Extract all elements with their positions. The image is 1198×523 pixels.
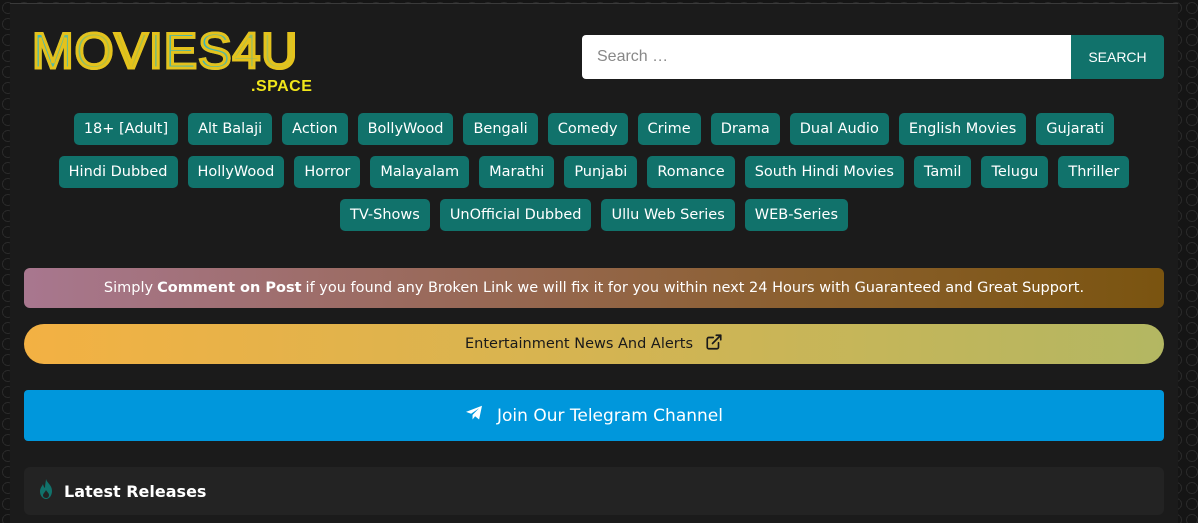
category-link-tv-shows[interactable]: TV-Shows xyxy=(339,199,430,231)
category-link-thriller[interactable]: Thriller xyxy=(1058,156,1130,188)
broken-link-notice: Simply Comment on Post if you found any … xyxy=(24,268,1164,308)
category-link-web-series[interactable]: WEB-Series xyxy=(744,199,849,231)
category-link-telugu[interactable]: Telugu xyxy=(981,156,1049,188)
category-link-gujarati[interactable]: Gujarati xyxy=(1036,113,1115,145)
category-link-bollywood[interactable]: BollyWood xyxy=(357,113,454,145)
category-link-marathi[interactable]: Marathi xyxy=(479,156,555,188)
site-logo[interactable]: MOVIES4U .SPACE xyxy=(30,23,332,102)
category-list: 18+ [Adult] Alt Balaji Action BollyWood Beng… xyxy=(22,113,1166,231)
category-link-comedy[interactable]: Comedy xyxy=(547,113,628,145)
latest-releases-header: Latest Releases xyxy=(24,467,1164,515)
category-link-malayalam[interactable]: Malayalam xyxy=(370,156,470,188)
telegram-label: Join Our Telegram Channel xyxy=(497,405,723,426)
entertainment-news-button[interactable]: Entertainment News And Alerts xyxy=(24,324,1164,364)
search-input[interactable] xyxy=(582,35,1071,79)
category-link-punjabi[interactable]: Punjabi xyxy=(564,156,638,188)
external-link-icon xyxy=(705,333,723,355)
category-link-hindi-dubbed[interactable]: Hindi Dubbed xyxy=(58,156,178,188)
category-link-horror[interactable]: Horror xyxy=(294,156,361,188)
category-link-bengali[interactable]: Bengali xyxy=(463,113,538,145)
category-link-ullu-web-series[interactable]: Ullu Web Series xyxy=(601,199,735,231)
category-link-drama[interactable]: Drama xyxy=(710,113,780,145)
notice-prefix: Simply xyxy=(103,280,154,296)
category-link-romance[interactable]: Romance xyxy=(647,156,735,188)
category-link-english-movies[interactable]: English Movies xyxy=(898,113,1027,145)
category-link-dual-audio[interactable]: Dual Audio xyxy=(789,113,889,145)
logo-text: MOVIES4U xyxy=(30,23,299,79)
page-container: MOVIES4U .SPACE SEARCH 18+ [Adult] Alt Ba… xyxy=(10,3,1178,523)
category-link-south-hindi-movies[interactable]: South Hindi Movies xyxy=(744,156,904,188)
category-link-unofficial-dubbed[interactable]: UnOfficial Dubbed xyxy=(439,199,592,231)
notice-suffix: if you found any Broken Link we will fix… xyxy=(305,280,1085,296)
search-form: SEARCH xyxy=(582,35,1164,79)
latest-releases-title: Latest Releases xyxy=(64,481,207,501)
category-link-alt-balaji[interactable]: Alt Balaji xyxy=(188,113,273,145)
search-button[interactable]: SEARCH xyxy=(1071,35,1164,79)
notice-bold: Comment on Post xyxy=(157,280,302,296)
news-label: Entertainment News And Alerts xyxy=(464,336,694,352)
logo-domain: .SPACE xyxy=(251,78,313,95)
category-link-hollywood[interactable]: HollyWood xyxy=(187,156,285,188)
category-link-crime[interactable]: Crime xyxy=(637,113,701,145)
telegram-icon xyxy=(465,405,483,426)
telegram-channel-button[interactable]: Join Our Telegram Channel xyxy=(24,390,1164,441)
category-link-action[interactable]: Action xyxy=(282,113,348,145)
category-link-18-adult[interactable]: 18+ [Adult] xyxy=(73,113,179,145)
flame-icon xyxy=(38,479,54,503)
category-link-tamil[interactable]: Tamil xyxy=(913,156,972,188)
